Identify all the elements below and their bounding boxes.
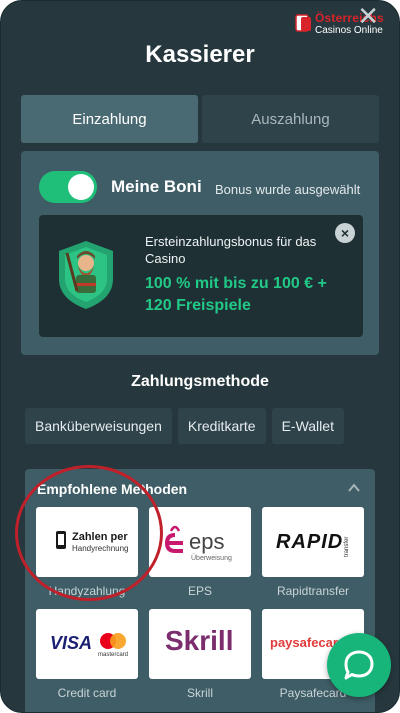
bonus-card[interactable]: Ersteinzahlungsbonus für das Casino 100 … <box>39 215 363 337</box>
bonus-status: Bonus wurde ausgewählt <box>215 182 361 197</box>
tab-einzahlung[interactable]: Einzahlung <box>21 95 198 143</box>
method-label-eps: EPS <box>187 584 212 598</box>
bonus-remove-icon[interactable]: × <box>335 223 355 243</box>
bonus-character-badge-icon <box>59 241 113 309</box>
method-logo-text: eps <box>189 529 225 554</box>
close-icon[interactable]: ✕ <box>357 3 379 29</box>
method-tile-skrill[interactable]: Skrill <box>149 609 251 679</box>
payment-categories: Banküberweisungen Kreditkarte E-Wallet <box>25 408 344 444</box>
chat-bubble-icon <box>344 650 374 680</box>
category-e-wallet[interactable]: E-Wallet <box>271 408 344 444</box>
chevron-up-icon[interactable] <box>347 481 361 495</box>
tab-auszahlung[interactable]: Auszahlung <box>202 95 379 143</box>
highlight-ring <box>15 465 163 601</box>
bonus-title: Ersteinzahlungsbonus für das Casino <box>145 234 317 266</box>
method-logo-subtext: Überweisung <box>191 555 232 562</box>
cashier-tabs: Einzahlung Auszahlung <box>21 95 379 143</box>
method-logo-subtext: transfer <box>344 536 350 557</box>
method-logo-text: Skrill <box>165 625 234 656</box>
bonus-toggle[interactable] <box>39 171 97 203</box>
payment-method-title: Zahlungsmethode <box>131 373 269 390</box>
mastercard-logo-icon <box>100 633 126 649</box>
method-label-rapidtransfer: Rapidtransfer <box>276 584 350 598</box>
cashier-screen: Österreichs Casinos Online ✕ Kassierer E… <box>0 0 400 713</box>
method-logo-text: RAPID <box>276 531 344 553</box>
method-tile-credit-card[interactable]: VISA mastercard <box>36 609 138 679</box>
method-tile-eps[interactable]: eps Überweisung <box>149 507 251 577</box>
toggle-knob <box>68 174 94 200</box>
method-logo-text: VISA <box>50 633 93 653</box>
category-credit-card[interactable]: Kreditkarte <box>177 408 266 444</box>
bonus-panel: Meine Boni Bonus wurde ausgewählt Erstei… <box>21 151 379 355</box>
category-bank-transfer[interactable]: Banküberweisungen <box>25 408 172 444</box>
method-label-credit-card: Credit card <box>57 686 117 700</box>
chat-button[interactable] <box>327 633 391 697</box>
casino-logo-icon <box>295 14 311 32</box>
bonus-label: Meine Boni <box>111 177 202 196</box>
method-label-skrill: Skrill <box>187 686 213 700</box>
bonus-offer: 100 % mit bis zu 100 € + 120 Freispiele <box>145 275 327 314</box>
method-tile-rapidtransfer[interactable]: RAPID transfer <box>262 507 364 577</box>
method-logo-subtext: mastercard <box>98 652 129 658</box>
page-title: Kassierer <box>145 41 255 68</box>
